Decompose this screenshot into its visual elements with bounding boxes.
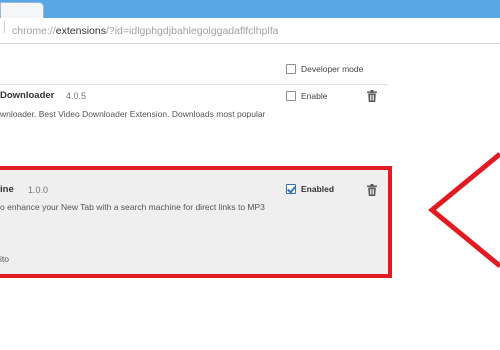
header-divider	[0, 84, 388, 85]
extension-version: 4.0.5	[66, 91, 87, 101]
browser-tab[interactable]	[0, 2, 44, 18]
address-prefix: chrome://	[12, 25, 56, 37]
arrow-annotation	[428, 152, 500, 268]
enable-checkbox[interactable]	[286, 91, 296, 101]
developer-mode-checkbox[interactable]	[286, 64, 296, 74]
extension-description: wnloader. Best Video Downloader Extensio…	[0, 109, 266, 119]
address-bar[interactable]: chrome://extensions/?id=idlgphgdjbahlego…	[0, 22, 500, 40]
developer-mode-label: Developer mode	[301, 64, 364, 74]
extension-name: Downloader	[0, 90, 55, 101]
trash-icon[interactable]	[367, 90, 377, 102]
enable-label: Enable	[301, 91, 328, 101]
highlight-box	[0, 166, 392, 278]
address-host: extensions	[55, 25, 106, 37]
tab-strip	[0, 0, 500, 18]
browser-toolbar: chrome://extensions/?id=idlgphgdjbahlego…	[0, 18, 500, 44]
address-rest: /?id=idlgphgdjbahlegolggadaflfclhplfa	[105, 25, 279, 37]
